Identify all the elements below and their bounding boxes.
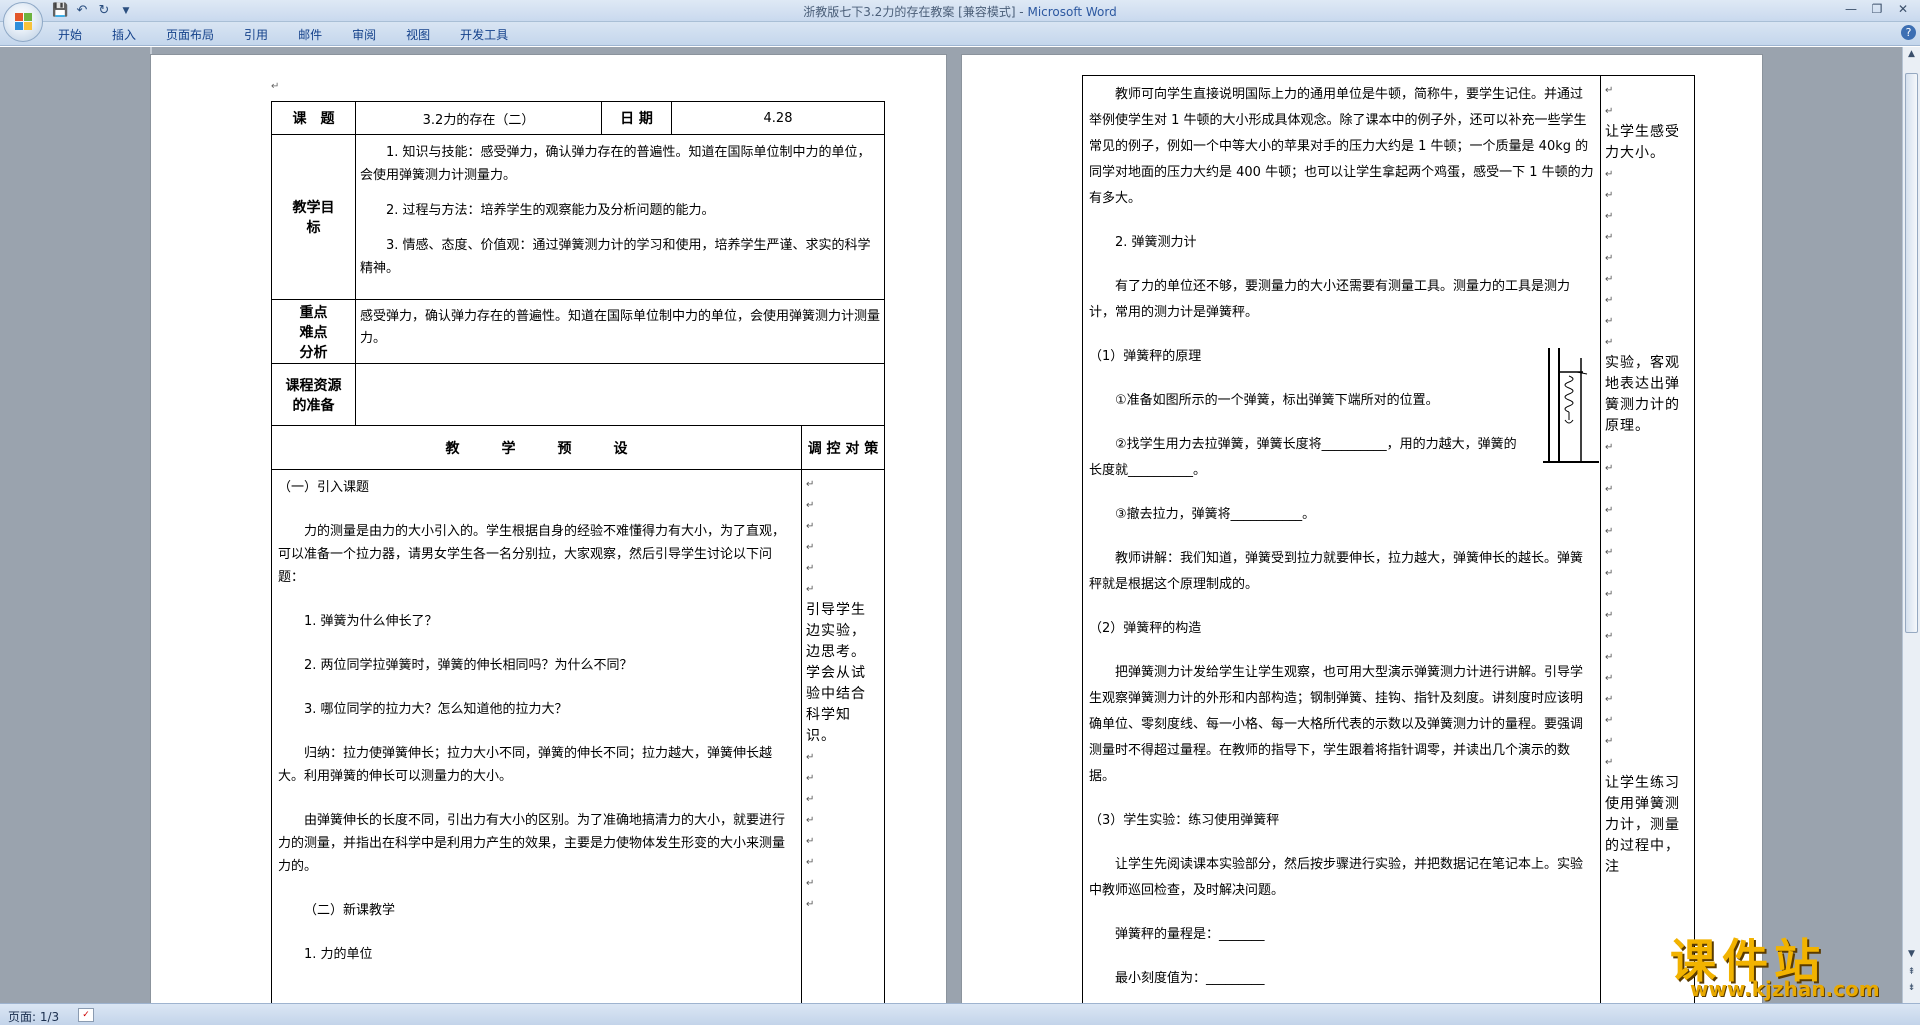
plan-body-continued[interactable]: 教师可向学生直接说明国际上力的通用单位是牛顿，简称牛，要学生记住。并通过举例使学… bbox=[1082, 75, 1601, 1003]
plan-paragraph: （3）学生实验：练习使用弹簧秤 bbox=[1089, 813, 1280, 828]
course-value[interactable]: 3.2力的存在（二） bbox=[355, 101, 602, 135]
plan-paragraph: ③撤去拉力，弹簧将___________。 bbox=[1115, 507, 1316, 522]
tab-page-layout[interactable]: 页面布局 bbox=[166, 26, 214, 43]
goals-label: 教学目标 bbox=[271, 134, 356, 300]
tab-view[interactable]: 视图 bbox=[406, 26, 430, 43]
office-button[interactable] bbox=[3, 2, 43, 42]
paragraph-mark: ↵ bbox=[271, 81, 280, 92]
plan-paragraph: 弹簧秤的量程是：_______ bbox=[1115, 927, 1265, 942]
plan-paragraph: （2）弹簧秤的构造 bbox=[1089, 621, 1202, 636]
plan-paragraph: （二）新课教学 bbox=[304, 903, 396, 918]
tab-review[interactable]: 审阅 bbox=[352, 26, 376, 43]
tab-developer[interactable]: 开发工具 bbox=[460, 26, 508, 43]
ribbon-tabs: 开始 插入 页面布局 引用 邮件 审阅 视图 开发工具 bbox=[58, 26, 538, 43]
course-label: 课 题 bbox=[271, 101, 356, 135]
resources-label: 课程资源的准备 bbox=[271, 363, 356, 426]
document-page-1: ↵ 课 题 3.2力的存在（二） 日 期 4.28 教学目标 1. 知识与技能：… bbox=[151, 55, 946, 1003]
window-title: 浙教版七下3.2力的存在教案 [兼容模式] - Microsoft Word bbox=[803, 5, 1117, 19]
previous-page-icon[interactable]: ⇞ bbox=[1905, 967, 1918, 981]
plan-header: 教 学 预 设 bbox=[271, 425, 802, 470]
watermark-logo: 课件站 www.kjzhan.com bbox=[1670, 925, 1900, 1001]
minimize-icon[interactable]: — bbox=[1838, 0, 1864, 18]
plan-paragraph: 2. 弹簧测力计 bbox=[1115, 235, 1197, 250]
help-icon[interactable]: ? bbox=[1901, 25, 1916, 40]
side-note: 实验，客观地表达出弹簧测力计的原理。 bbox=[1605, 355, 1680, 434]
scroll-up-icon[interactable]: ▲ bbox=[1905, 49, 1918, 63]
plan-paragraph: 1. 弹簧为什么伸长了？ bbox=[304, 614, 438, 629]
side-note: 让学生练习使用弹簧测力计，测量的过程中，注 bbox=[1605, 775, 1680, 875]
plan-paragraph: 最小刻度值为：_________ bbox=[1115, 971, 1265, 986]
window-controls: — ❐ ✕ bbox=[1838, 0, 1916, 18]
scroll-down-icon[interactable]: ▼ bbox=[1905, 949, 1918, 963]
office-logo-icon bbox=[15, 13, 33, 31]
goal-item: 1. 知识与技能：感受弹力，确认弹力存在的普遍性。知道在国际单位制中力的单位，会… bbox=[360, 145, 871, 183]
document-area: ↵ 课 题 3.2力的存在（二） 日 期 4.28 教学目标 1. 知识与技能：… bbox=[0, 47, 1920, 1003]
plan-paragraph: 由弹簧伸长的长度不同，引出力有大小的区别。为了准确地搞清力的大小，就要进行力的测… bbox=[278, 813, 786, 874]
plan-paragraph: 教师讲解：我们知道，弹簧受到拉力就要伸长，拉力越大，弹簧伸长的越长。弹簧秤就是根… bbox=[1089, 551, 1584, 592]
ribbon-tab-bar: 开始 插入 页面布局 引用 邮件 审阅 视图 开发工具 ? bbox=[0, 22, 1920, 46]
tab-insert[interactable]: 插入 bbox=[112, 26, 136, 43]
goal-item: 3. 情感、态度、价值观：通过弹簧测力计的学习和使用，培养学生严谨、求实的科学精… bbox=[360, 238, 871, 276]
plan-paragraph: （一）引入课题 bbox=[278, 480, 370, 495]
status-bar: 页面: 1/3 ✓ bbox=[0, 1003, 1920, 1025]
plan-body[interactable]: （一）引入课题 力的测量是由力的大小引入的。学生根据自身的经验不难懂得力有大小，… bbox=[271, 469, 802, 1003]
watermark-url: www.kjzhan.com bbox=[1690, 977, 1880, 1001]
lesson-plan-table-continued: 教师可向学生直接说明国际上力的通用单位是牛顿，简称牛，要学生记住。并通过举例使学… bbox=[1082, 75, 1695, 1003]
plan-paragraph: ①准备如图所示的一个弹簧，标出弹簧下端所对的位置。 bbox=[1115, 393, 1439, 408]
document-page-2: 教师可向学生直接说明国际上力的通用单位是牛顿，简称牛，要学生记住。并通过举例使学… bbox=[962, 55, 1762, 1003]
goal-item: 2. 过程与方法：培养学生的观察能力及分析问题的能力。 bbox=[386, 203, 715, 218]
control-notes-cell[interactable]: ↵ ↵ 让学生感受力大小。 ↵ ↵ ↵ ↵ ↵ ↵ ↵ ↵ ↵ 实验，客观地表达出弹簧测力计的原理… bbox=[1600, 75, 1695, 1003]
control-notes-cell[interactable]: ↵ ↵ ↵ ↵ ↵ ↵ 引导学生边实验，边思考。学会从试验中结合科学知识。 ↵ ↵ ↵ ↵ ↵ ↵ ↵… bbox=[800, 469, 886, 1003]
plan-paragraph: 力的测量是由力的大小引入的。学生根据自身的经验不难懂得力有大小，为了直观，可以准… bbox=[278, 524, 786, 585]
plan-paragraph: 把弹簧测力计发给学生让学生观察，也可用大型演示弹簧测力计进行讲解。引导学生观察弹… bbox=[1089, 665, 1584, 784]
key-points-text[interactable]: 感受弹力，确认弹力存在的普遍性。知道在国际单位制中力的单位，会使用弹簧测力计测量… bbox=[354, 299, 886, 364]
resources-value[interactable] bbox=[354, 363, 886, 426]
plan-paragraph: 3. 哪位同学的拉力大？怎么知道他的拉力大？ bbox=[304, 702, 568, 717]
restore-icon[interactable]: ❐ bbox=[1864, 0, 1890, 18]
plan-paragraph: 2. 两位同学拉弹簧时，弹簧的伸长相同吗？为什么不同？ bbox=[304, 658, 633, 673]
plan-paragraph: 1. 力的单位 bbox=[304, 947, 373, 962]
plan-paragraph: 教师可向学生直接说明国际上力的通用单位是牛顿，简称牛，要学生记住。并通过举例使学… bbox=[1089, 87, 1594, 206]
proofing-status-icon[interactable]: ✓ bbox=[78, 1008, 94, 1022]
side-note: 引导学生边实验，边思考。学会从试验中结合科学知识。 bbox=[806, 602, 866, 744]
page-number-status[interactable]: 页面: 1/3 bbox=[8, 1008, 59, 1025]
scroll-thumb[interactable] bbox=[1905, 73, 1918, 633]
plan-paragraph: ②找学生用力去拉弹簧，弹簧长度将__________，用的力越大，弹簧的长度就_… bbox=[1089, 437, 1517, 478]
goals-cell[interactable]: 1. 知识与技能：感受弹力，确认弹力存在的普遍性。知道在国际单位制中力的单位，会… bbox=[354, 134, 886, 300]
date-value[interactable]: 4.28 bbox=[670, 101, 886, 135]
plan-paragraph: 归纳：拉力使弹簧伸长；拉力大小不同，弹簧的伸长不同；拉力越大，弹簧伸长越大。利用… bbox=[278, 746, 773, 784]
tab-references[interactable]: 引用 bbox=[244, 26, 268, 43]
tab-home[interactable]: 开始 bbox=[58, 26, 82, 43]
title-bar: 💾 ↶ ↻ ▼ 浙教版七下3.2力的存在教案 [兼容模式] - Microsof… bbox=[0, 0, 1920, 42]
plan-paragraph: 让学生先阅读课本实验部分，然后按步骤进行实验，并把数据记在笔记本上。实验中教师巡… bbox=[1089, 857, 1584, 898]
control-header: 调 控 对 策 bbox=[800, 425, 886, 470]
tab-mailings[interactable]: 邮件 bbox=[298, 26, 322, 43]
date-label: 日 期 bbox=[601, 101, 672, 135]
side-note: 让学生感受力大小。 bbox=[1605, 124, 1680, 161]
close-icon[interactable]: ✕ bbox=[1890, 0, 1916, 18]
next-page-icon[interactable]: ⇟ bbox=[1905, 983, 1918, 997]
plan-paragraph: （1）弹簧秤的原理 bbox=[1089, 349, 1202, 364]
lesson-plan-table: 课 题 3.2力的存在（二） 日 期 4.28 教学目标 1. 知识与技能：感受… bbox=[271, 101, 886, 1003]
key-points-label: 重点难点分析 bbox=[271, 299, 356, 364]
vertical-scrollbar[interactable]: ▲ ▼ ⇞ ⇟ bbox=[1902, 47, 1920, 1003]
spring-diagram-icon bbox=[1543, 348, 1599, 463]
plan-paragraph: 有了力的单位还不够，要测量力的大小还需要有测量工具。测量力的工具是测力计，常用的… bbox=[1089, 279, 1571, 320]
